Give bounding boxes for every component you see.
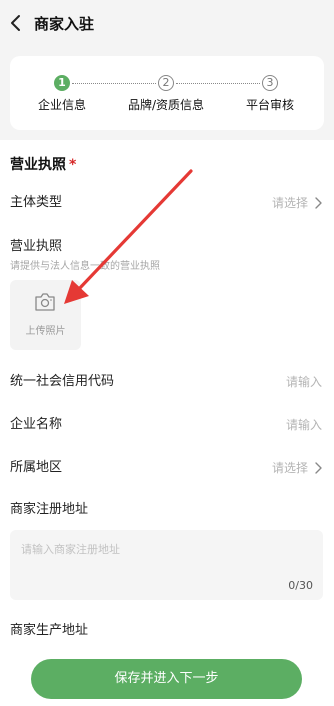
char-counter: 0/30 [288,579,313,592]
required-mark: * [69,157,77,173]
reg-address-label: 商家注册地址 [10,502,89,517]
reg-address-textarea[interactable]: 请输入商家注册地址 0/30 [10,530,323,600]
step-2-indicator: 2 [158,75,174,91]
entity-type-row[interactable]: 主体类型 请选择 [0,183,334,223]
region-row[interactable]: 所属地区 请选择 [0,448,334,488]
chevron-right-icon [315,197,322,209]
credit-code-row: 统一社会信用代码 请输入 [0,362,334,402]
reg-address-row: 商家注册地址 [0,490,334,530]
region-label: 所属地区 [10,460,63,475]
credit-code-input[interactable]: 请输入 [286,362,322,402]
step-3-label: 平台审核 [245,98,294,112]
section-title: 营业执照 * [10,154,76,174]
company-name-input[interactable]: 请输入 [286,405,322,445]
step-connector [72,83,156,84]
entity-type-label: 主体类型 [10,195,63,210]
step-connector [176,83,260,84]
step-2-label: 品牌/资质信息 [127,98,205,112]
step-1-label: 企业信息 [37,98,86,112]
license-hint: 请提供与法人信息一致的营业执照 [10,261,160,272]
step-3-indicator: 3 [262,75,278,91]
upload-photo-button[interactable]: 上传照片 [10,280,81,350]
company-name-row: 企业名称 请输入 [0,405,334,445]
region-select[interactable]: 请选择 [272,448,308,488]
upload-photo-label: 上传照片 [25,326,66,337]
chevron-right-icon [315,462,322,474]
reg-address-placeholder: 请输入商家注册地址 [21,543,120,556]
camera-icon [35,293,55,311]
form-card: 营业执照 * 主体类型 请选择 营业执照 请提供与法人信息一致的营业执照 上传照片… [0,140,334,640]
step-1-indicator: 1 [54,75,70,91]
company-name-label: 企业名称 [10,417,63,432]
license-label: 营业执照 [10,239,63,254]
page-title: 商家入驻 [34,15,95,33]
header-bar: 商家入驻 [0,0,334,46]
entity-type-select[interactable]: 请选择 [272,183,308,223]
save-next-button[interactable]: 保存并进入下一步 [31,659,302,699]
section-title-text: 营业执照 [10,157,66,173]
chevron-left-icon[interactable] [6,12,26,34]
credit-code-label: 统一社会信用代码 [10,374,115,389]
progress-steps: 1 2 3 企业信息 品牌/资质信息 平台审核 [10,56,324,130]
bottom-bar: 保存并进入下一步 [0,640,334,706]
